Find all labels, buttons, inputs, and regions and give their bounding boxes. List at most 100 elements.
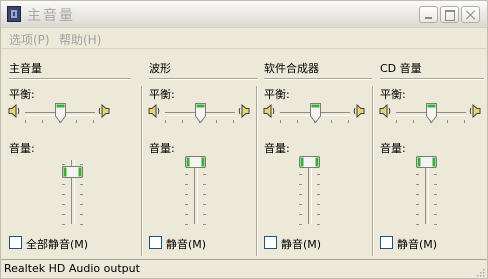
- volume-label: 音量:: [149, 142, 175, 155]
- balance-label: 平衡:: [9, 88, 35, 101]
- volume-tick: [185, 174, 188, 175]
- volume-slider-track[interactable]: [425, 160, 429, 224]
- volume-slider-thumb[interactable]: [416, 156, 437, 168]
- balance-tick: [280, 120, 281, 123]
- mute-checkbox[interactable]: [9, 236, 22, 249]
- volume-tick: [416, 204, 419, 205]
- balance-tick: [93, 120, 94, 123]
- volume-tick: [203, 184, 206, 185]
- balance-slider-thumb[interactable]: [54, 103, 66, 124]
- volume-tick: [203, 204, 206, 205]
- minimize-button[interactable]: [419, 6, 438, 23]
- right-speaker-icon: [469, 103, 481, 119]
- menu-options[interactable]: 选项(P): [9, 31, 50, 48]
- channel-title: 软件合成器: [264, 62, 319, 75]
- volume-tick: [203, 194, 206, 195]
- volume-slider-thumb[interactable]: [299, 156, 320, 168]
- channel-column: 波形 平衡: 音量: 静音(M): [141, 49, 257, 259]
- volume-tick: [434, 184, 437, 185]
- volume-tick: [317, 184, 320, 185]
- left-speaker-icon: [8, 103, 20, 119]
- volume-tick: [80, 194, 83, 195]
- channel-title: 主音量: [9, 62, 42, 75]
- balance-tick: [331, 120, 332, 123]
- status-text: Realtek HD Audio output: [4, 262, 140, 275]
- volume-tick: [299, 214, 302, 215]
- right-speaker-icon: [353, 103, 365, 119]
- volume-tick: [416, 184, 419, 185]
- volume-tick: [80, 184, 83, 185]
- volume-tick: [434, 214, 437, 215]
- balance-tick: [348, 120, 349, 123]
- balance-tick: [396, 120, 397, 123]
- mute-checkbox[interactable]: [264, 236, 277, 249]
- volume-slider-thumb[interactable]: [185, 156, 206, 168]
- balance-slider-thumb[interactable]: [425, 103, 437, 124]
- channel-title-rule: [149, 78, 257, 80]
- mute-label[interactable]: 静音(M): [281, 236, 321, 252]
- volume-tick: [434, 204, 437, 205]
- volume-slider-track[interactable]: [194, 160, 198, 224]
- menu-bar: 选项(P) 帮助(H): [1, 28, 487, 48]
- volume-tick: [299, 184, 302, 185]
- channel-column: CD 音量平衡: 音量: 静音(M): [372, 49, 487, 259]
- volume-tick: [185, 194, 188, 195]
- channel-title-rule: [380, 78, 484, 80]
- column-separator: [141, 86, 143, 256]
- column-separator: [372, 86, 374, 256]
- volume-tick: [416, 174, 419, 175]
- volume-tick: [317, 224, 320, 225]
- close-button[interactable]: [461, 6, 480, 23]
- balance-tick: [76, 120, 77, 123]
- volume-label: 音量:: [9, 142, 35, 155]
- volume-tick: [62, 204, 65, 205]
- left-speaker-icon: [379, 103, 391, 119]
- volume-tick: [299, 174, 302, 175]
- balance-tick: [165, 120, 166, 123]
- mute-label[interactable]: 静音(M): [166, 236, 206, 252]
- volume-label: 音量:: [264, 142, 290, 155]
- column-separator: [256, 86, 258, 256]
- channel-title: CD 音量: [380, 62, 422, 75]
- volume-tick: [203, 214, 206, 215]
- channel-column: 主音量平衡: 音量: 全部静音(M): [1, 49, 139, 259]
- volume-tick: [80, 224, 83, 225]
- volume-slider-track[interactable]: [308, 160, 312, 224]
- channel-title-rule: [9, 78, 131, 80]
- volume-app-icon[interactable]: [7, 6, 21, 22]
- mixer-window: 主音量 选项(P) 帮助(H) 主音量平衡: 音量: 全部静音(M) 波形 平衡:…: [0, 0, 488, 279]
- volume-tick: [434, 224, 437, 225]
- volume-tick: [203, 224, 206, 225]
- mute-checkbox[interactable]: [380, 236, 393, 249]
- balance-slider-thumb[interactable]: [309, 103, 321, 124]
- volume-label: 音量:: [380, 142, 406, 155]
- mute-label[interactable]: 全部静音(M): [26, 236, 88, 252]
- channel-column: 软件合成器 平衡: 音量: 静音(M): [256, 49, 372, 259]
- title-bar[interactable]: 主音量: [1, 1, 487, 28]
- volume-tick: [62, 194, 65, 195]
- balance-tick: [297, 120, 298, 123]
- status-bar: Realtek HD Audio output: [1, 259, 487, 279]
- balance-label: 平衡:: [380, 88, 406, 101]
- balance-tick: [42, 120, 43, 123]
- volume-tick: [62, 184, 65, 185]
- volume-tick: [62, 224, 65, 225]
- volume-tick: [299, 194, 302, 195]
- maximize-button[interactable]: [440, 6, 459, 23]
- menu-help[interactable]: 帮助(H): [59, 31, 101, 48]
- balance-slider-thumb[interactable]: [194, 103, 206, 124]
- volume-slider-thumb[interactable]: [62, 165, 83, 178]
- right-speaker-icon: [98, 103, 110, 119]
- volume-tick: [434, 194, 437, 195]
- balance-tick: [413, 120, 414, 123]
- resize-grip-icon[interactable]: [475, 267, 485, 277]
- balance-tick: [182, 120, 183, 123]
- volume-tick: [185, 204, 188, 205]
- volume-tick: [80, 204, 83, 205]
- volume-tick: [317, 174, 320, 175]
- balance-tick: [464, 120, 465, 123]
- balance-tick: [216, 120, 217, 123]
- volume-tick: [185, 184, 188, 185]
- mute-checkbox[interactable]: [149, 236, 162, 249]
- mute-label[interactable]: 静音(M): [397, 236, 437, 252]
